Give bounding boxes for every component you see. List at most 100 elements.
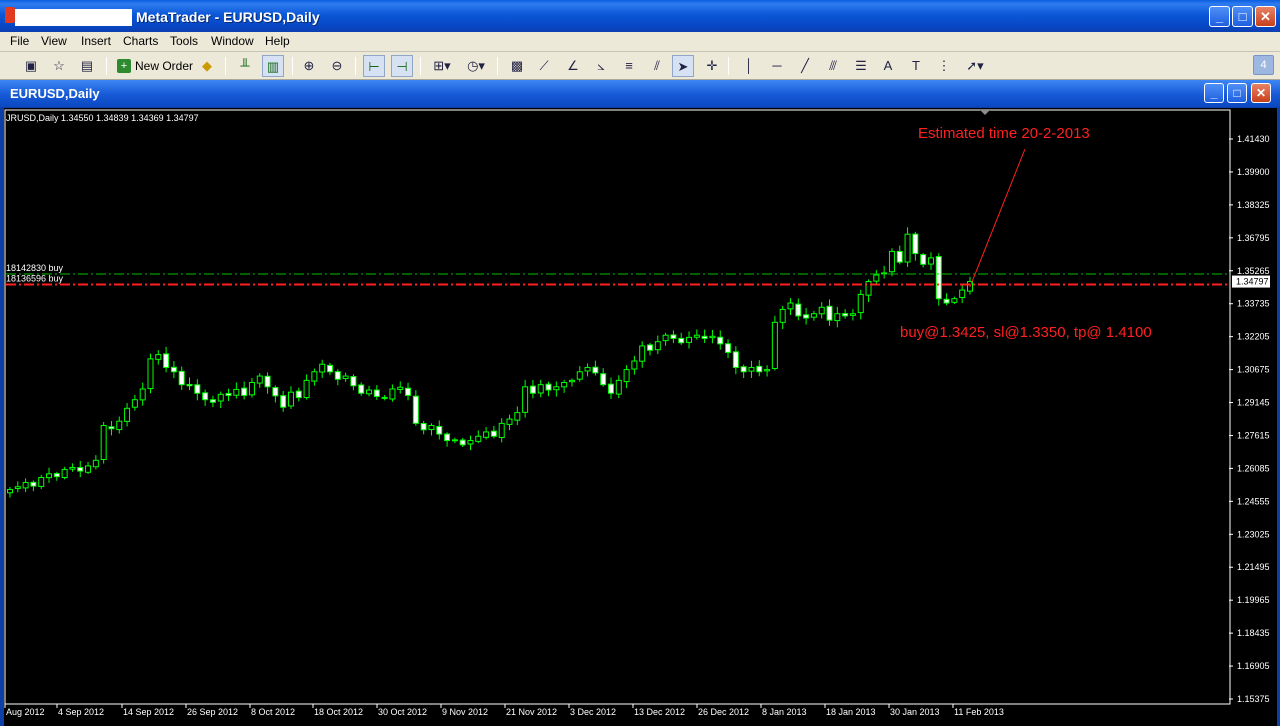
menu-charts[interactable]: Charts [123, 34, 158, 48]
app-titlebar: MetaTrader - EURUSD,Daily _ □ ✕ [0, 0, 1280, 32]
bull-candle [498, 422, 505, 438]
chart-canvas: 1.41430 1.39900 1.38325 1.36795 1.35265 1.337… [4, 109, 1270, 717]
window-counter-badge[interactable]: 4 [1253, 55, 1274, 75]
menu-window[interactable]: Window [211, 34, 254, 48]
bear-candle [264, 375, 271, 388]
fibo-levels-icon[interactable]: ≡ [618, 55, 640, 77]
y-tick-label: 1.38325 [1237, 200, 1270, 210]
trendline-icon[interactable]: ╱ [794, 55, 816, 77]
bull-candle [428, 425, 435, 431]
fibonacci-retracement-icon[interactable]: ☰ [850, 55, 872, 77]
bear-candle [30, 481, 37, 487]
auto-scroll-icon[interactable]: ⊢ [363, 55, 385, 77]
fan-icon[interactable]: ⟋ [533, 55, 555, 77]
indicators-icon[interactable]: ⊞▾ [428, 55, 456, 77]
x-tick-label: 3 Dec 2012 [570, 707, 616, 717]
gann-line-icon[interactable]: ∠ [562, 55, 584, 77]
arrows-dropdown-icon[interactable]: ➚▾ [961, 55, 989, 77]
fibo-fan-icon[interactable]: ⫽ [646, 55, 668, 77]
bull-candle [342, 375, 349, 380]
bull-candle [904, 233, 911, 263]
zoom-out-icon[interactable]: ⊖ [326, 55, 348, 77]
x-tick-label: 26 Sep 2012 [187, 707, 238, 717]
new-order-button[interactable]: + New Order [114, 56, 196, 76]
gann-angle-icon[interactable]: ⦣ [590, 55, 612, 77]
chart-maximize-button[interactable]: □ [1227, 83, 1247, 103]
bear-candle [920, 254, 927, 265]
menu-tools[interactable]: Tools [170, 34, 198, 48]
close-button[interactable]: ✕ [1255, 6, 1276, 27]
bull-candle [14, 486, 21, 489]
bull-candle [576, 371, 583, 380]
bull-candle [693, 334, 700, 338]
new-chart-icon[interactable]: ▣ [20, 55, 42, 77]
bull-candle [85, 465, 92, 473]
profiles-icon[interactable]: ☆ [48, 55, 70, 77]
bear-candle [295, 390, 302, 399]
window-title: MetaTrader - EURUSD,Daily [136, 9, 320, 25]
bull-candle [397, 386, 404, 390]
chart-minimize-button[interactable]: _ [1204, 83, 1224, 103]
fibonacci-timezones-icon[interactable]: ⋮ [933, 55, 955, 77]
order-line-label: 18136596 buy [6, 274, 64, 284]
bull-candle [584, 366, 591, 372]
y-tick-label: 1.41430 [1237, 134, 1270, 144]
candlestick-icon[interactable]: ▥ [262, 55, 284, 77]
x-tick-label: 30 Jan 2013 [890, 707, 940, 717]
metatrader-app-icon[interactable] [5, 7, 15, 23]
price-chart[interactable]: 1.41430 1.39900 1.38325 1.36795 1.35265 1.337… [4, 108, 1277, 726]
bull-candle [100, 425, 107, 460]
y-tick-label: 1.30675 [1237, 365, 1270, 375]
chart-close-button[interactable]: ✕ [1251, 83, 1271, 103]
y-tick-label: 1.23025 [1237, 529, 1270, 539]
crosshair-icon[interactable]: ✛ [701, 55, 723, 77]
bear-candle [826, 305, 833, 321]
bear-candle [209, 399, 216, 403]
menu-file[interactable]: File [10, 34, 29, 48]
main-toolbar: ▣ ☆ ▤ + New Order ◆ ╨ ▥ ⊕ ⊖ ⊢ ⊣ ⊞▾ ◷▾ ▩ … [0, 52, 1280, 80]
periods-clock-icon[interactable]: ◷▾ [462, 55, 490, 77]
minimize-button[interactable]: _ [1209, 6, 1230, 27]
expert-advisors-icon[interactable]: ◆ [196, 55, 218, 77]
vertical-line-icon[interactable]: │ [738, 55, 760, 77]
y-tick-label: 1.39900 [1237, 167, 1270, 177]
chart-titlebar: EURUSD,Daily _ □ ✕ [0, 80, 1280, 107]
y-tick-label: 1.26085 [1237, 463, 1270, 473]
bull-candle [951, 298, 958, 303]
x-tick-label: 13 Dec 2012 [634, 707, 685, 717]
bear-candle [670, 334, 677, 339]
market-watch-icon[interactable]: ▤ [76, 55, 98, 77]
bull-candle [927, 257, 934, 265]
bear-candle [178, 370, 185, 386]
menu-help[interactable]: Help [265, 34, 290, 48]
y-tick-label: 1.29145 [1237, 398, 1270, 408]
equidistant-channel-icon[interactable]: ⫻ [822, 55, 844, 77]
bar-chart-icon[interactable]: ╨ [234, 55, 256, 77]
toolbar-separator [225, 57, 226, 75]
x-tick-label: 9 Nov 2012 [442, 707, 488, 717]
menu-bar: File View Insert Charts Tools Window Hel… [0, 32, 1280, 52]
bear-candle [725, 343, 732, 353]
bull-candle [568, 379, 575, 383]
bull-candle [69, 466, 76, 470]
menu-view[interactable]: View [41, 34, 67, 48]
text-label-icon[interactable]: T [905, 55, 927, 77]
bear-candle [740, 366, 747, 373]
bear-candle [592, 366, 599, 374]
bull-candle [834, 313, 841, 322]
maximize-button[interactable]: □ [1232, 6, 1253, 27]
bull-candle [467, 440, 474, 445]
chart-shift-marker [980, 110, 990, 115]
text-icon[interactable]: A [877, 55, 899, 77]
cursor-icon[interactable]: ➤ [672, 55, 694, 77]
y-tick-label: 1.21495 [1237, 562, 1270, 572]
bull-candle [38, 477, 45, 487]
x-tick-label: 21 Nov 2012 [506, 707, 557, 717]
bear-candle [202, 392, 209, 401]
horizontal-line-icon[interactable]: ─ [766, 55, 788, 77]
toolbar-separator [420, 57, 421, 75]
grid-pattern-icon[interactable]: ▩ [506, 55, 528, 77]
menu-insert[interactable]: Insert [81, 34, 111, 48]
chart-shift-icon[interactable]: ⊣ [391, 55, 413, 77]
zoom-in-icon[interactable]: ⊕ [298, 55, 320, 77]
